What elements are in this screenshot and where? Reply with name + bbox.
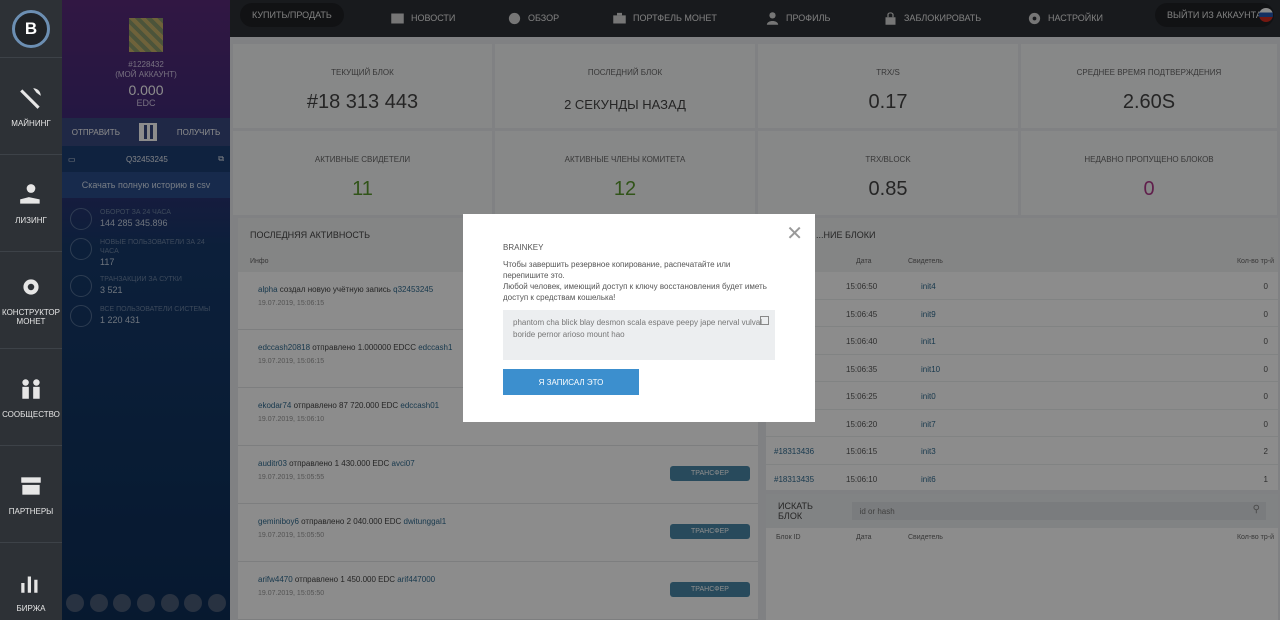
- chart-icon: [21, 576, 38, 593]
- store-icon: [21, 476, 41, 495]
- rail-item-mining[interactable]: МАЙНИНГ: [0, 58, 62, 155]
- rail-label: МАЙНИНГ: [11, 118, 51, 128]
- rail-item-coin-constructor[interactable]: КОНСТРУКТОР МОНЕТ: [0, 252, 62, 349]
- copy-icon[interactable]: [760, 316, 769, 325]
- modal-text: Чтобы завершить резервное копирование, р…: [503, 260, 767, 302]
- rail-label: ПАРТНЕРЫ: [8, 506, 54, 516]
- rail-item-exchange[interactable]: БИРЖА: [0, 543, 62, 620]
- close-icon[interactable]: ✕: [786, 224, 803, 244]
- app-logo[interactable]: B: [0, 0, 62, 58]
- brainkey-modal: ✕ BRAINKEY Чтобы завершить резервное коп…: [463, 214, 815, 422]
- rail-label: ЛИЗИНГ: [15, 215, 47, 225]
- leasing-icon: [20, 183, 40, 204]
- rail-label: БИРЖА: [16, 603, 46, 613]
- rail-item-partners[interactable]: ПАРТНЕРЫ: [0, 446, 62, 543]
- gear-icon: [23, 279, 39, 295]
- mining-icon: [20, 87, 41, 109]
- icon-rail: B МАЙНИНГ ЛИЗИНГ КОНСТРУКТОР МОНЕТ СООБЩ…: [0, 0, 62, 620]
- brainkey-text: phantom cha blick blay desmon scala espa…: [513, 318, 763, 339]
- rail-label: КОНСТРУКТОР МОНЕТ: [2, 308, 60, 326]
- rail-item-community[interactable]: СООБЩЕСТВО: [0, 349, 62, 446]
- people-icon: [22, 378, 40, 399]
- brainkey-box: phantom cha blick blay desmon scala espa…: [503, 310, 775, 360]
- rail-label: СООБЩЕСТВО: [2, 409, 60, 419]
- modal-title: BRAINKEY: [503, 243, 544, 252]
- rail-item-leasing[interactable]: ЛИЗИНГ: [0, 155, 62, 252]
- confirm-written-button[interactable]: Я ЗАПИСАЛ ЭТО: [503, 369, 639, 395]
